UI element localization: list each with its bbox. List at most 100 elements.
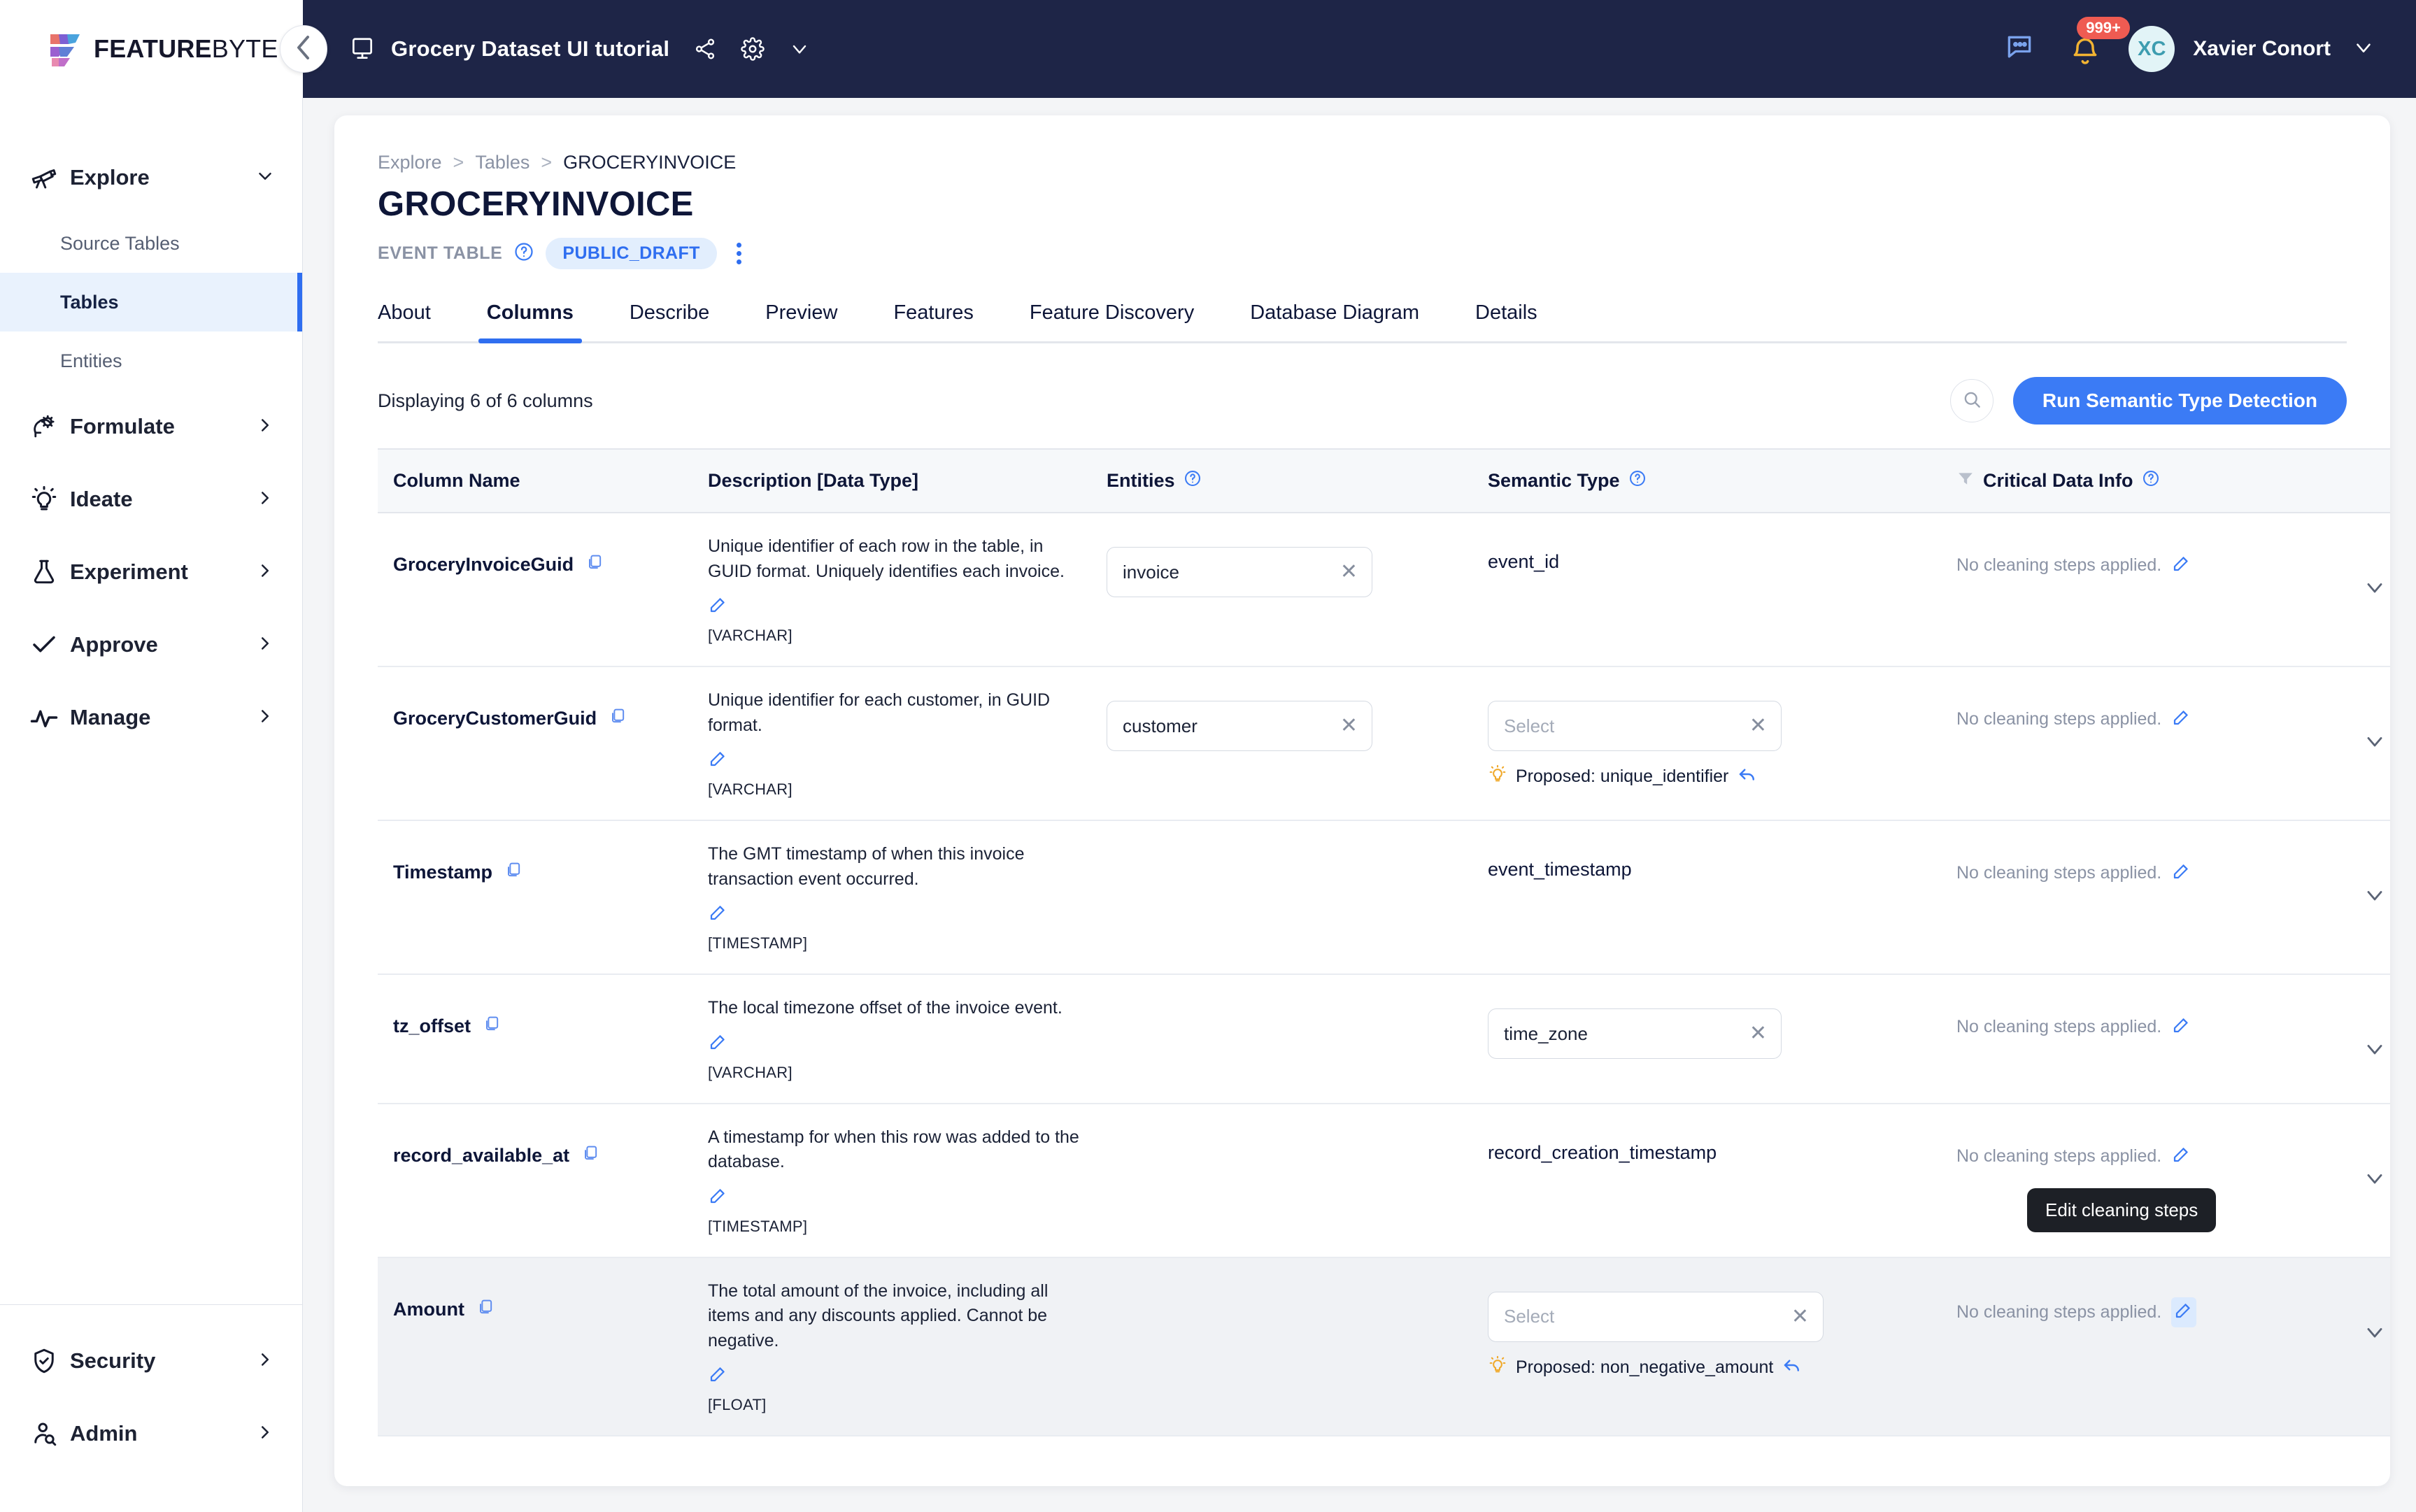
table-row[interactable]: GroceryInvoiceGuid Unique identifier of … xyxy=(378,513,2390,667)
user-menu-chevron-down-icon[interactable] xyxy=(2352,36,2375,63)
sidebar-item-entities[interactable]: Entities xyxy=(0,331,302,390)
chevron-right-icon xyxy=(255,415,276,439)
kebab-menu-icon[interactable] xyxy=(728,238,750,269)
semantic-type-select[interactable]: time_zone ✕ xyxy=(1488,1008,1782,1059)
undo-arrow-icon[interactable] xyxy=(1782,1355,1803,1381)
cell-semantic-type: Select ✕ Proposed: unique_identifier xyxy=(1472,666,1941,821)
sidebar-item-explore[interactable]: Explore xyxy=(0,141,302,214)
semantic-type-select[interactable]: Select ✕ xyxy=(1488,701,1782,751)
sidebar-item-security[interactable]: Security xyxy=(0,1325,302,1397)
close-x-icon[interactable]: ✕ xyxy=(1749,1023,1767,1044)
question-circle-icon[interactable] xyxy=(513,241,534,266)
sidebar-subitem-label: Source Tables xyxy=(60,232,180,254)
breadcrumb-item-explore[interactable]: Explore xyxy=(378,152,442,173)
entity-select[interactable]: customer ✕ xyxy=(1107,701,1372,751)
chevron-down-icon[interactable] xyxy=(788,38,811,60)
pencil-edit-icon[interactable] xyxy=(2171,1297,2197,1327)
tab-features[interactable]: Features xyxy=(865,301,1001,341)
cell-critical-data-info: No cleaning steps applied. xyxy=(1941,820,2333,975)
copy-icon[interactable] xyxy=(476,1297,495,1322)
run-semantic-type-detection-button[interactable]: Run Semantic Type Detection xyxy=(2012,377,2347,425)
copy-icon[interactable] xyxy=(482,1014,502,1039)
breadcrumb-item-tables[interactable]: Tables xyxy=(475,152,530,173)
question-circle-icon[interactable] xyxy=(2142,469,2160,492)
close-x-icon[interactable]: ✕ xyxy=(1340,715,1358,736)
table-row[interactable]: Timestamp The GMT timestamp of when this… xyxy=(378,820,2390,975)
copy-icon[interactable] xyxy=(504,860,523,885)
pencil-edit-icon[interactable] xyxy=(708,594,1091,620)
breadcrumb-item-current: GROCERYINVOICE xyxy=(563,152,737,173)
pencil-edit-icon[interactable] xyxy=(2171,1143,2192,1169)
pencil-edit-icon[interactable] xyxy=(2171,706,2192,732)
sidebar-item-admin[interactable]: Admin xyxy=(0,1397,302,1470)
sidebar-subitem-label: Entities xyxy=(60,350,122,371)
table-row[interactable]: Amount The total amount of the invoice, … xyxy=(378,1257,2390,1436)
chevron-left-icon xyxy=(294,34,313,65)
table-row[interactable]: record_available_at A timestamp for when… xyxy=(378,1103,2390,1258)
sidebar-item-approve[interactable]: Approve xyxy=(0,608,302,681)
chevron-down-icon xyxy=(255,166,276,190)
brand-logo[interactable]: FEATUREBYTE xyxy=(0,0,303,98)
sidebar-item-experiment[interactable]: Experiment xyxy=(0,536,302,608)
chevron-down-icon[interactable] xyxy=(2362,883,2387,913)
pencil-edit-icon[interactable] xyxy=(2171,860,2192,886)
question-circle-icon[interactable] xyxy=(1628,469,1647,492)
th-label: Semantic Type xyxy=(1488,470,1620,491)
entity-select[interactable]: invoice ✕ xyxy=(1107,547,1372,597)
entity-value: customer xyxy=(1123,715,1198,736)
sidebar-item-tables[interactable]: Tables xyxy=(0,273,302,331)
question-circle-icon[interactable] xyxy=(1184,469,1202,492)
chevron-down-icon[interactable] xyxy=(2362,575,2387,605)
table-row[interactable]: GroceryCustomerGuid Unique identifier fo… xyxy=(378,666,2390,821)
undo-arrow-icon[interactable] xyxy=(1737,764,1758,790)
semantic-type-select[interactable]: Select ✕ xyxy=(1488,1291,1824,1342)
sidebar-item-manage[interactable]: Manage xyxy=(0,681,302,754)
sidebar-item-source-tables[interactable]: Source Tables xyxy=(0,214,302,273)
pencil-edit-icon[interactable] xyxy=(708,1185,1091,1211)
chat-bubble-icon[interactable] xyxy=(2004,32,2035,66)
tab-columns[interactable]: Columns xyxy=(459,301,602,343)
pencil-edit-icon[interactable] xyxy=(708,1363,1091,1389)
pencil-edit-icon[interactable] xyxy=(708,901,1091,927)
notifications-button[interactable]: 999+ xyxy=(2070,16,2130,66)
close-x-icon[interactable]: ✕ xyxy=(1791,1306,1809,1327)
bell-icon xyxy=(2070,36,2101,66)
copy-icon[interactable] xyxy=(585,552,604,577)
tab-feature-discovery[interactable]: Feature Discovery xyxy=(1002,301,1222,341)
share-icon[interactable] xyxy=(693,37,717,61)
pencil-edit-icon[interactable] xyxy=(708,1031,1091,1057)
search-button[interactable] xyxy=(1949,379,1994,422)
sidebar: Explore Source Tables Tables Entities Fo… xyxy=(0,98,303,1512)
chevron-down-icon[interactable] xyxy=(2362,729,2387,759)
tab-describe[interactable]: Describe xyxy=(602,301,737,341)
tab-details[interactable]: Details xyxy=(1447,301,1565,341)
chevron-right-icon xyxy=(255,706,276,730)
filter-icon[interactable] xyxy=(1956,469,1975,492)
chevron-down-icon[interactable] xyxy=(2362,1166,2387,1196)
tab-about[interactable]: About xyxy=(378,301,459,341)
description-text: The GMT timestamp of when this invoice t… xyxy=(708,844,1025,889)
pencil-edit-icon[interactable] xyxy=(2171,552,2192,578)
chevron-down-icon[interactable] xyxy=(2362,1320,2387,1350)
chevron-down-icon[interactable] xyxy=(2362,1036,2387,1067)
tab-bar: About Columns Describe Preview Features … xyxy=(378,301,2347,343)
sidebar-item-formulate[interactable]: Formulate xyxy=(0,390,302,463)
tab-preview[interactable]: Preview xyxy=(737,301,865,341)
column-name-text: record_available_at xyxy=(393,1144,570,1166)
semantic-type-placeholder: Select xyxy=(1504,1306,1555,1327)
table-row[interactable]: tz_offset The local timezone offset of t… xyxy=(378,974,2390,1104)
tab-database-diagram[interactable]: Database Diagram xyxy=(1222,301,1447,341)
status-badge[interactable]: PUBLIC_DRAFT xyxy=(546,238,717,269)
close-x-icon[interactable]: ✕ xyxy=(1340,562,1358,583)
cleaning-steps-text: No cleaning steps applied. xyxy=(1956,709,2162,729)
copy-icon[interactable] xyxy=(581,1143,600,1168)
pencil-edit-icon[interactable] xyxy=(708,748,1091,773)
copy-icon[interactable] xyxy=(608,706,627,731)
pencil-edit-icon[interactable] xyxy=(2171,1014,2192,1040)
avatar[interactable]: XC xyxy=(2129,26,2175,72)
sidebar-collapse-button[interactable] xyxy=(280,25,327,73)
sidebar-item-label: Approve xyxy=(70,632,158,657)
sidebar-item-ideate[interactable]: Ideate xyxy=(0,463,302,536)
gear-icon[interactable] xyxy=(741,37,765,61)
close-x-icon[interactable]: ✕ xyxy=(1749,715,1767,736)
